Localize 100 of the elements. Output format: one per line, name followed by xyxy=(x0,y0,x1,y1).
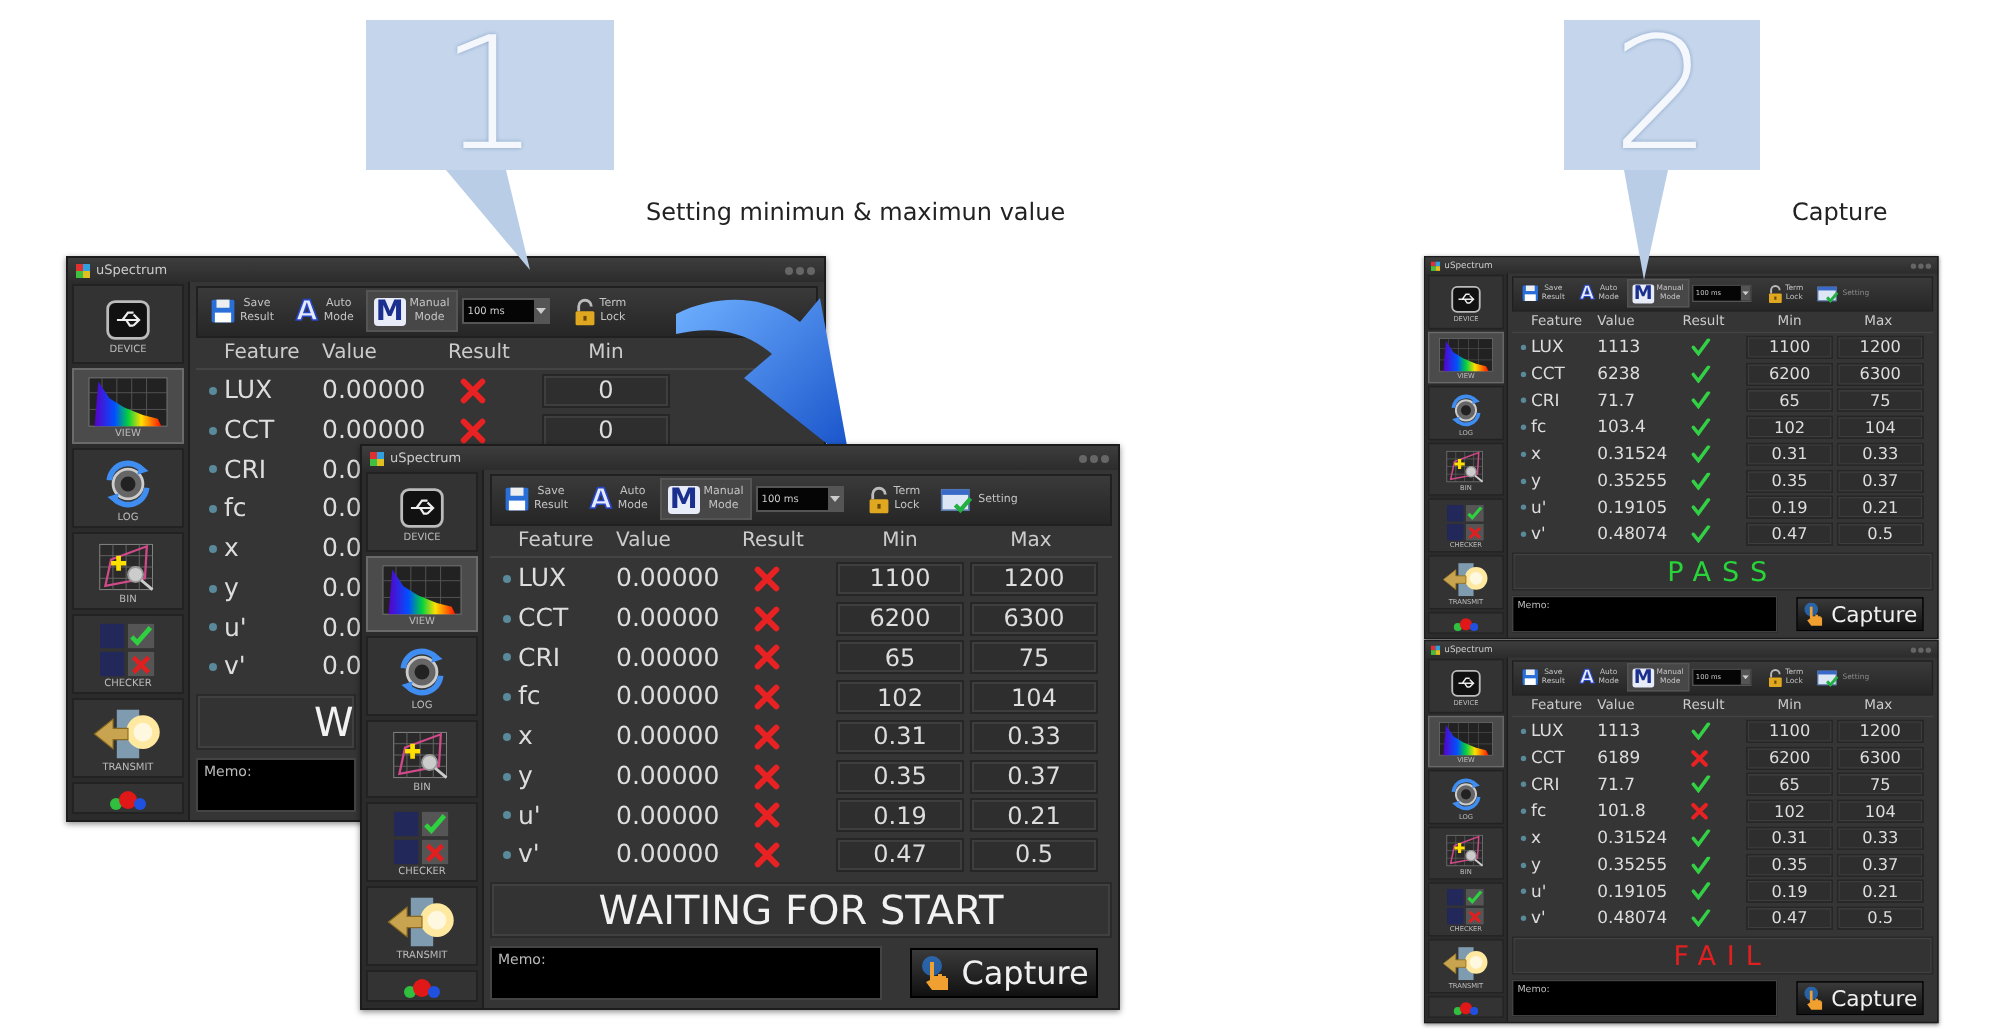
value-cell: 0.00000 xyxy=(616,645,720,671)
min-field[interactable]: 1100 xyxy=(1746,719,1833,743)
max-field[interactable]: 1200 xyxy=(1836,335,1924,359)
min-field[interactable]: 65 xyxy=(1746,773,1833,797)
min-field[interactable]: 0.19 xyxy=(836,798,964,833)
callout-pointer xyxy=(446,170,530,270)
min-field[interactable]: 6200 xyxy=(836,601,964,636)
max-field[interactable]: 6300 xyxy=(1836,746,1924,770)
capture-button[interactable]: Capture xyxy=(1796,981,1924,1016)
max-field[interactable]: 1200 xyxy=(970,561,1098,596)
column-header: Min xyxy=(588,344,624,365)
lock-icon xyxy=(1767,284,1783,304)
min-field[interactable]: 0.19 xyxy=(1746,880,1833,903)
feature-label: CCT xyxy=(224,417,275,443)
pointing-hand-icon xyxy=(919,955,952,992)
sidebar-item[interactable] xyxy=(1428,612,1504,634)
min-field[interactable]: 6200 xyxy=(1746,362,1833,386)
bullet-icon xyxy=(208,464,218,475)
max-field[interactable]: 75 xyxy=(1836,773,1924,797)
min-field[interactable]: 0.47 xyxy=(1746,522,1833,546)
min-field[interactable]: 102 xyxy=(1746,415,1833,439)
max-field[interactable]: 104 xyxy=(1836,799,1924,823)
bullet-icon xyxy=(208,504,218,515)
value-cell: 0.31524 xyxy=(1597,445,1668,463)
value-cell: 0.0 xyxy=(322,654,362,680)
bullet-icon xyxy=(208,622,218,633)
max-field[interactable]: 1200 xyxy=(1836,719,1924,743)
max-field[interactable]: 0.33 xyxy=(970,719,1098,754)
max-field[interactable]: 0.21 xyxy=(970,798,1098,833)
feature-label: u' xyxy=(1530,499,1547,516)
min-field[interactable]: 1100 xyxy=(836,561,964,596)
value-cell: 71.7 xyxy=(1597,392,1635,410)
max-field[interactable]: 0.33 xyxy=(1836,442,1924,466)
value-cell: 0.0 xyxy=(322,536,362,562)
max-field[interactable]: 0.21 xyxy=(1836,880,1924,903)
min-field[interactable]: 65 xyxy=(1746,389,1833,413)
min-field[interactable]: 0.35 xyxy=(1746,469,1833,493)
bullet-icon xyxy=(502,771,512,782)
feature-label: LUX xyxy=(224,378,273,404)
min-field[interactable]: 0.31 xyxy=(836,719,964,754)
checker-icon xyxy=(1444,503,1488,541)
capture-button[interactable]: Capture xyxy=(1796,597,1924,632)
value-cell: 0.35255 xyxy=(1597,472,1668,490)
capture-button[interactable]: Capture xyxy=(910,948,1098,999)
sidebar-item[interactable] xyxy=(1428,996,1504,1018)
bullet-icon xyxy=(1520,397,1527,404)
feature-label: LUX xyxy=(518,566,567,592)
max-field[interactable]: 0.33 xyxy=(1836,826,1924,850)
value-cell: 0.48074 xyxy=(1597,909,1668,927)
feature-label: CRI xyxy=(518,645,561,671)
feature-label: fc xyxy=(1530,802,1547,820)
max-field[interactable]: 6300 xyxy=(1836,362,1924,386)
sidebar-item[interactable] xyxy=(72,782,184,814)
min-field[interactable]: 0.47 xyxy=(1746,906,1833,930)
max-field[interactable]: 0.5 xyxy=(970,837,1098,872)
spectrum-chart-icon xyxy=(380,563,464,615)
min-field[interactable]: 0 xyxy=(542,413,670,448)
bullet-icon xyxy=(502,692,512,703)
min-field[interactable]: 0.19 xyxy=(1746,496,1833,519)
bullet-icon xyxy=(502,731,512,742)
min-field[interactable]: 0.31 xyxy=(1746,826,1833,850)
min-field[interactable]: 0.35 xyxy=(836,759,964,794)
min-field[interactable]: 102 xyxy=(1746,799,1833,823)
max-field[interactable]: 0.37 xyxy=(1836,469,1924,493)
bullet-icon xyxy=(1520,477,1527,485)
min-field[interactable]: 0 xyxy=(542,373,670,408)
min-field[interactable]: 1100 xyxy=(1746,335,1833,359)
max-field[interactable]: 104 xyxy=(970,680,1098,715)
value-cell: 0.00000 xyxy=(616,803,720,828)
column-header: Feature xyxy=(518,532,594,553)
max-field[interactable]: 0.5 xyxy=(1836,522,1924,546)
min-field[interactable]: 65 xyxy=(836,640,964,675)
min-field[interactable]: 0.31 xyxy=(1746,442,1833,466)
max-field[interactable]: 0.5 xyxy=(1836,906,1924,930)
bullet-icon xyxy=(1520,834,1527,842)
max-field[interactable]: 6300 xyxy=(970,601,1098,636)
max-field[interactable]: 0.21 xyxy=(1836,496,1924,519)
indicator-lights-icon xyxy=(1448,616,1484,631)
max-field[interactable]: 75 xyxy=(970,640,1098,675)
bullet-icon xyxy=(1520,504,1527,511)
feature-label: LUX xyxy=(1530,338,1564,356)
min-field[interactable]: 0.47 xyxy=(836,837,964,872)
value-cell: 101.8 xyxy=(1597,802,1646,820)
max-field[interactable]: 75 xyxy=(1836,389,1924,413)
column-header: Value xyxy=(616,532,671,553)
value-cell: 0.19105 xyxy=(1597,883,1668,900)
sidebar-item[interactable] xyxy=(366,970,478,1002)
value-cell: 0.00000 xyxy=(616,605,720,631)
min-field[interactable]: 102 xyxy=(836,680,964,715)
feature-label: CCT xyxy=(1530,365,1565,383)
min-field[interactable]: 6200 xyxy=(1746,746,1833,770)
max-field[interactable]: 0.37 xyxy=(970,759,1098,794)
bullet-icon xyxy=(1520,807,1527,815)
status-banner: PASS xyxy=(1512,553,1934,591)
feature-label: y xyxy=(1530,856,1541,874)
min-field[interactable]: 0.35 xyxy=(1746,853,1833,877)
max-field[interactable]: 104 xyxy=(1836,415,1924,439)
bullet-icon xyxy=(1520,888,1527,895)
max-field[interactable]: 0.37 xyxy=(1836,853,1924,877)
bullet-icon xyxy=(1520,343,1527,351)
